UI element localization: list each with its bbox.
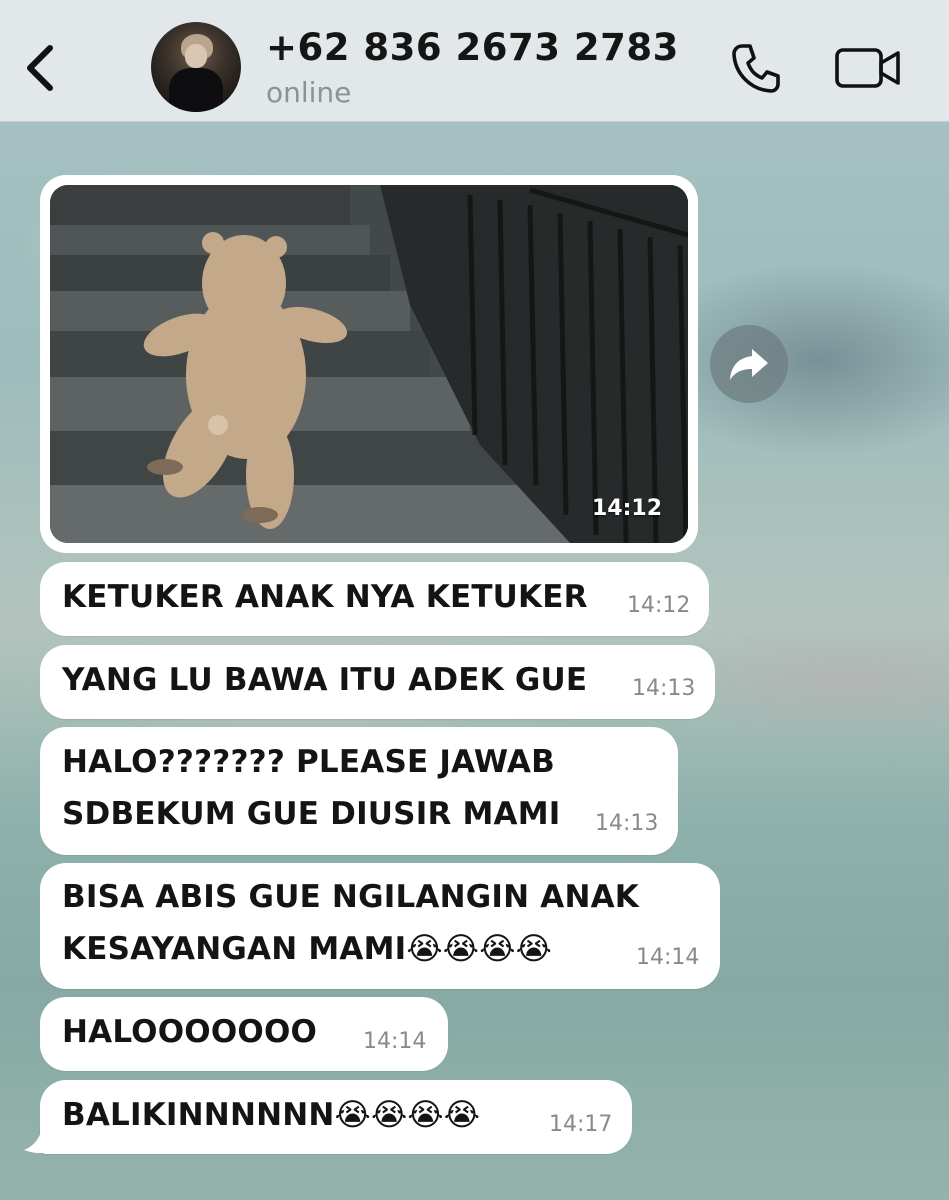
message-text: SDBEKUM GUE DIUSIR MAMI (62, 796, 561, 832)
message-text: BISA ABIS GUE NGILANGIN ANAK (62, 879, 640, 915)
contact-status: online (266, 76, 352, 109)
message-bubble[interactable]: BISA ABIS GUE NGILANGIN ANAK KESAYANGAN … (40, 863, 720, 989)
message-text: HALO??????? PLEASE JAWAB (62, 744, 555, 780)
chevron-left-icon (27, 45, 53, 91)
photo-message[interactable]: 14:12 (40, 175, 698, 553)
message-timestamp: 14:17 (549, 1112, 613, 1137)
message-bubble[interactable]: HALO??????? PLEASE JAWAB SDBEKUM GUE DIU… (40, 727, 678, 855)
video-call-button[interactable] (834, 44, 902, 92)
photo-timestamp: 14:12 (591, 496, 662, 521)
back-button[interactable] (20, 40, 60, 96)
message-timestamp: 14:13 (632, 676, 696, 701)
message-text: KETUKER ANAK NYA KETUKER (62, 579, 588, 615)
message-text: BALIKINNNNNN😭😭😭😭 (62, 1097, 481, 1133)
bear-costume-photo[interactable]: 14:12 (50, 185, 688, 543)
chat-header: +62 836 2673 2783 online (0, 0, 949, 122)
video-camera-icon (835, 48, 900, 88)
message-text: HALOOOOOOO (62, 1014, 318, 1050)
avatar[interactable] (151, 22, 241, 112)
photo-image (50, 185, 688, 543)
forward-icon (730, 349, 768, 380)
message-timestamp: 14:12 (627, 593, 691, 618)
message-timestamp: 14:14 (636, 945, 700, 970)
phone-icon (732, 44, 780, 93)
message-timestamp: 14:14 (363, 1029, 427, 1054)
message-bubble[interactable]: HALOOOOOOO 14:14 (40, 997, 448, 1071)
voice-call-button[interactable] (728, 40, 784, 96)
message-text: YANG LU BAWA ITU ADEK GUE (62, 662, 588, 698)
message-bubble[interactable]: KETUKER ANAK NYA KETUKER 14:12 (40, 562, 709, 636)
message-bubble[interactable]: BALIKINNNNNN😭😭😭😭 14:17 (40, 1080, 632, 1154)
message-text: KESAYANGAN MAMI😭😭😭😭 (62, 931, 553, 967)
message-timestamp: 14:13 (595, 811, 659, 836)
forward-button[interactable] (710, 325, 788, 403)
bubble-tail (24, 1128, 50, 1154)
message-bubble[interactable]: YANG LU BAWA ITU ADEK GUE 14:13 (40, 645, 715, 719)
contact-name[interactable]: +62 836 2673 2783 (266, 26, 679, 69)
